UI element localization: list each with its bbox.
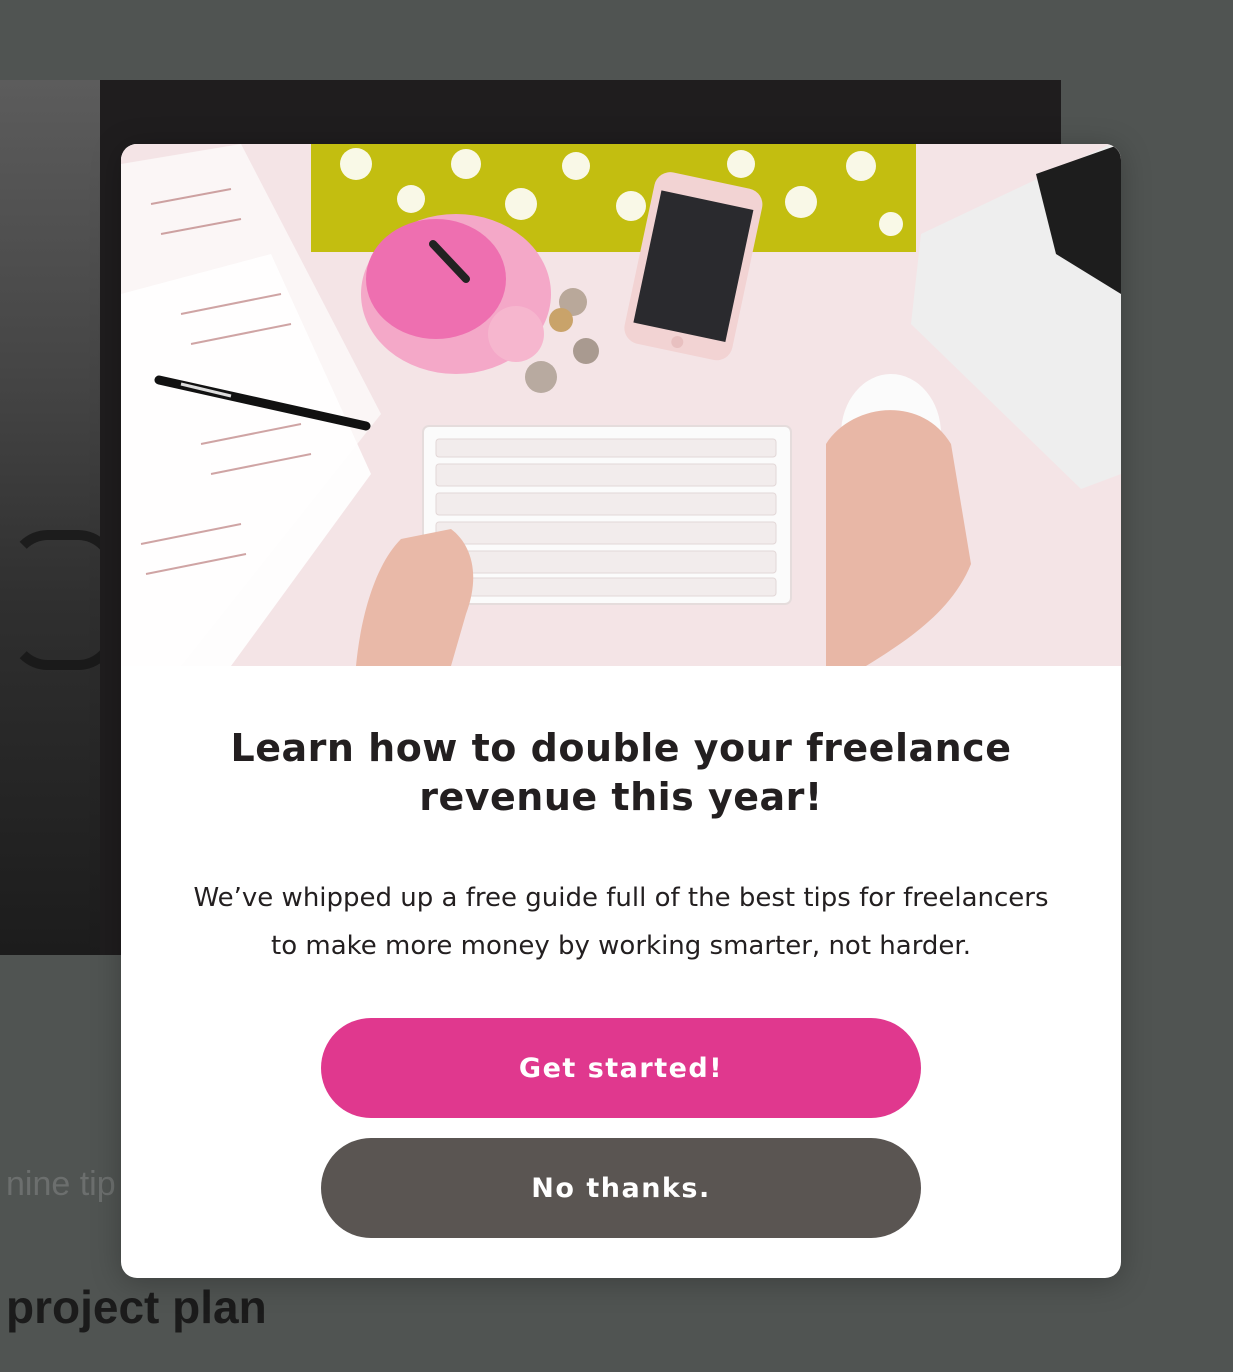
background-heading: project plan (6, 1281, 267, 1333)
hero-image (121, 144, 1121, 666)
popup-title: Learn how to double your freelance reven… (230, 726, 1012, 819)
popup-description: We’ve whipped up a free guide full of th… (193, 883, 1049, 961)
get-started-button[interactable]: Get started! (321, 1018, 921, 1118)
no-thanks-button[interactable]: No thanks. (321, 1138, 921, 1238)
background-snippet-text: nine tip (6, 1165, 116, 1203)
background-left-photo (0, 80, 118, 955)
popup-modal: Learn how to double your freelance reven… (121, 144, 1121, 1278)
